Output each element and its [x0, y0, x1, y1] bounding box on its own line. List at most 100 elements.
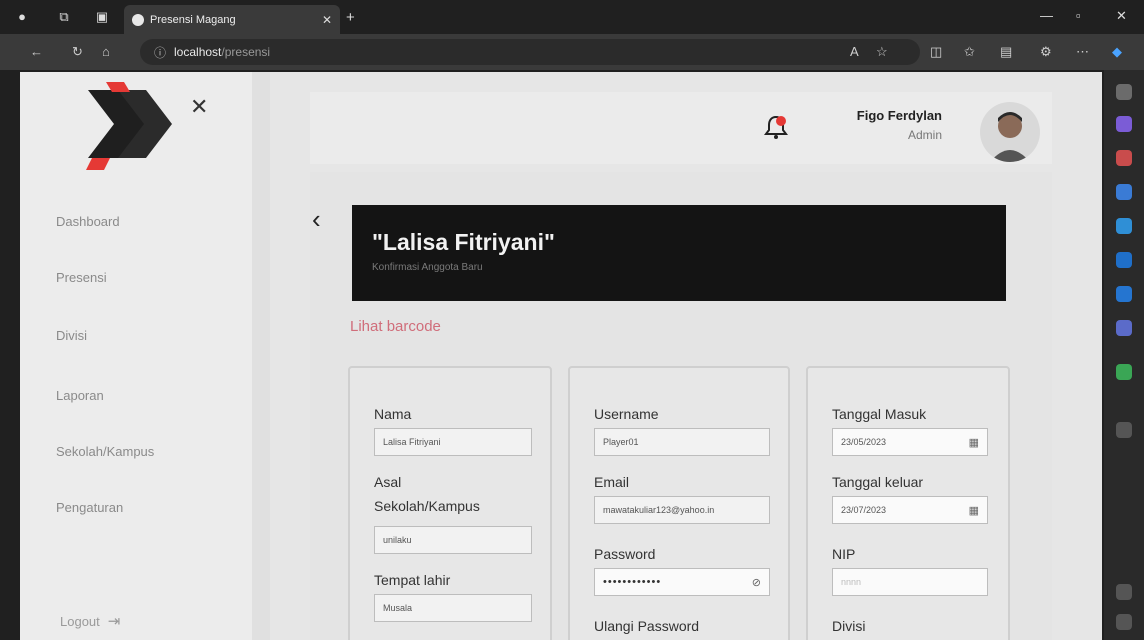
back-nav-icon[interactable]: ← — [30, 44, 43, 59]
back-arrow-icon[interactable]: ‹ — [312, 206, 321, 232]
tanggal-keluar-field[interactable]: 23/07/2023 ▦ — [832, 496, 988, 524]
nama-field[interactable]: Lalisa Fitriyani — [374, 428, 532, 456]
split-screen-icon[interactable]: ◫ — [930, 44, 942, 60]
divisi-label: Divisi — [832, 618, 866, 634]
browser-tab-bar: ● ⧉ ▣ Presensi Magang ✕ + — ▫ ✕ — [0, 0, 1144, 34]
tanggal-masuk-field[interactable]: 23/05/2023 ▦ — [832, 428, 988, 456]
app-icon[interactable] — [1116, 364, 1132, 380]
sidebar-item-sekolah-kampus[interactable]: Sekolah/Kampus — [56, 444, 154, 459]
sidebar-item-divisi[interactable]: Divisi — [56, 328, 87, 343]
read-aloud-icon[interactable]: A — [850, 44, 859, 59]
tab-actions-icon[interactable]: ▣ — [94, 9, 110, 25]
tab-close-icon[interactable]: ✕ — [322, 13, 332, 27]
personal-info-card: Nama Lalisa Fitriyani Asal Sekolah/Kampu… — [348, 366, 552, 640]
workspaces-icon[interactable]: ⧉ — [56, 9, 72, 25]
account-info-card: Username Player01 Email mawatakuliar123@… — [568, 366, 790, 640]
shopping-icon[interactable] — [1116, 116, 1132, 132]
address-bar[interactable]: ⓘ localhost/presensi — [140, 39, 920, 65]
avatar[interactable] — [980, 102, 1040, 162]
top-header: Figo Ferdylan Admin — [310, 92, 1052, 164]
new-tab-icon[interactable]: + — [346, 9, 355, 26]
minimize-icon[interactable]: — — [1040, 8, 1053, 23]
browser-side-panel — [1104, 70, 1144, 640]
user-role: Admin — [907, 128, 942, 142]
nip-field[interactable]: nnnn — [832, 568, 988, 596]
show-password-icon[interactable]: ⊘ — [752, 576, 761, 589]
tanggal-keluar-label: Tanggal keluar — [832, 474, 924, 490]
calendar-icon[interactable]: ▦ — [969, 504, 979, 517]
tempat-lahir-label: Tempat lahir — [374, 572, 451, 588]
username-value: Player01 — [603, 437, 639, 447]
sidebar-shadow — [252, 72, 270, 640]
search-icon[interactable] — [1116, 84, 1132, 100]
web-page: ✕ Dashboard Presensi Divisi Laporan Seko… — [20, 72, 1102, 640]
member-name-title: "Lalisa Fitriyani" — [372, 229, 555, 255]
url-host: localhost — [174, 45, 222, 59]
calendar-icon[interactable]: ▦ — [969, 436, 979, 449]
view-barcode-link[interactable]: Lihat barcode — [350, 318, 441, 335]
tempat-lahir-field[interactable]: Musala — [374, 594, 532, 622]
nama-value: Lalisa Fitriyani — [383, 437, 441, 447]
favorites-icon[interactable]: ✩ — [964, 44, 975, 60]
user-name: Figo Ferdylan — [856, 108, 942, 123]
settings-icon[interactable] — [1116, 614, 1132, 630]
username-label: Username — [594, 406, 659, 422]
copilot-icon[interactable]: ◆ — [1112, 44, 1122, 60]
tab-favicon-icon — [132, 13, 144, 26]
banner-subtitle: Konfirmasi Anggota Baru — [372, 262, 483, 273]
refresh-icon[interactable]: ↻ — [72, 44, 83, 60]
close-sidebar-icon[interactable]: ✕ — [190, 94, 208, 120]
email-label: Email — [594, 474, 630, 490]
sidebar-item-dashboard[interactable]: Dashboard — [56, 214, 120, 229]
member-banner: "Lalisa Fitriyani" Konfirmasi Anggota Ba… — [352, 205, 1006, 301]
tanggal-keluar-value: 23/07/2023 — [841, 505, 887, 515]
tab-title: Presensi Magang — [150, 13, 236, 26]
maximize-icon[interactable]: ▫ — [1076, 8, 1081, 23]
asal-label-line2: Sekolah/Kampus — [374, 498, 480, 514]
username-field[interactable]: Player01 — [594, 428, 770, 456]
app-sidebar: ✕ Dashboard Presensi Divisi Laporan Seko… — [20, 72, 252, 640]
internship-info-card: Tanggal Masuk 23/05/2023 ▦ Tanggal kelua… — [806, 366, 1010, 640]
tools-icon[interactable] — [1116, 150, 1132, 166]
extensions-icon[interactable]: ⚙ — [1040, 44, 1052, 60]
asal-value: unilaku — [383, 535, 412, 545]
browser-toolbar: ← ↻ ⌂ ⓘ localhost/presensi A ☆ ◫ ✩ ▤ ⚙ ⋯… — [0, 34, 1144, 70]
profile-icon[interactable]: ● — [14, 9, 30, 25]
outlook-icon[interactable] — [1116, 252, 1132, 268]
add-panel-icon[interactable] — [1116, 422, 1132, 438]
hide-sidebar-icon[interactable] — [1116, 584, 1132, 600]
home-icon[interactable]: ⌂ — [102, 44, 110, 59]
logout-button[interactable]: Logout ⇥ — [60, 612, 120, 630]
email-value: mawatakuliar123@yahoo.in — [603, 505, 715, 515]
sidebar-item-presensi[interactable]: Presensi — [56, 270, 107, 285]
email-field[interactable]: mawatakuliar123@yahoo.in — [594, 496, 770, 524]
sidebar-item-pengaturan[interactable]: Pengaturan — [56, 500, 123, 515]
password-field[interactable]: •••••••••••• ⊘ — [594, 568, 770, 596]
more-menu-icon[interactable]: ⋯ — [1076, 44, 1089, 60]
site-info-icon[interactable]: ⓘ — [154, 44, 166, 61]
tanggal-masuk-label: Tanggal Masuk — [832, 406, 927, 422]
window-close-icon[interactable]: ✕ — [1116, 8, 1127, 24]
tanggal-masuk-value: 23/05/2023 — [841, 437, 887, 447]
cloud-icon[interactable] — [1116, 320, 1132, 336]
url-path: /presensi — [221, 45, 271, 59]
ulangi-password-label: Ulangi Password — [594, 618, 700, 634]
browser-tab[interactable]: Presensi Magang ✕ — [124, 5, 340, 34]
nip-label: NIP — [832, 546, 856, 562]
logout-icon: ⇥ — [107, 613, 121, 630]
sidebar-item-laporan[interactable]: Laporan — [56, 388, 104, 403]
drop-icon[interactable] — [1116, 286, 1132, 302]
nip-placeholder: nnnn — [841, 577, 862, 587]
games-icon[interactable] — [1116, 184, 1132, 200]
password-value: •••••••••••• — [603, 576, 662, 588]
notification-bell-icon[interactable] — [764, 114, 788, 140]
tempat-lahir-value: Musala — [383, 603, 413, 613]
collections-icon[interactable]: ▤ — [1000, 44, 1012, 60]
asal-field[interactable]: unilaku — [374, 526, 532, 554]
nama-label: Nama — [374, 406, 412, 422]
asal-label-line1: Asal — [374, 474, 402, 490]
favorite-star-icon[interactable]: ☆ — [876, 44, 888, 60]
logout-label: Logout — [60, 613, 100, 629]
microsoft365-icon[interactable] — [1116, 218, 1132, 234]
password-label: Password — [594, 546, 656, 562]
